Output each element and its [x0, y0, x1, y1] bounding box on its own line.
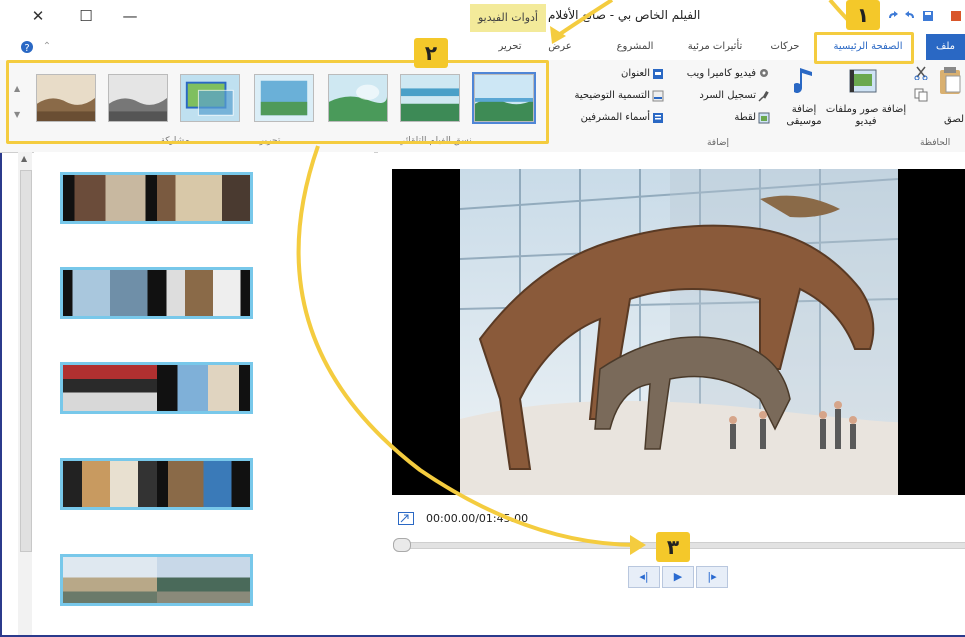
annotation-arrows — [296, 0, 852, 555]
step-badge-1: ١ — [846, 0, 880, 30]
step-badge-3: ٣ — [656, 532, 690, 562]
step-badge-2: ٢ — [414, 38, 448, 68]
